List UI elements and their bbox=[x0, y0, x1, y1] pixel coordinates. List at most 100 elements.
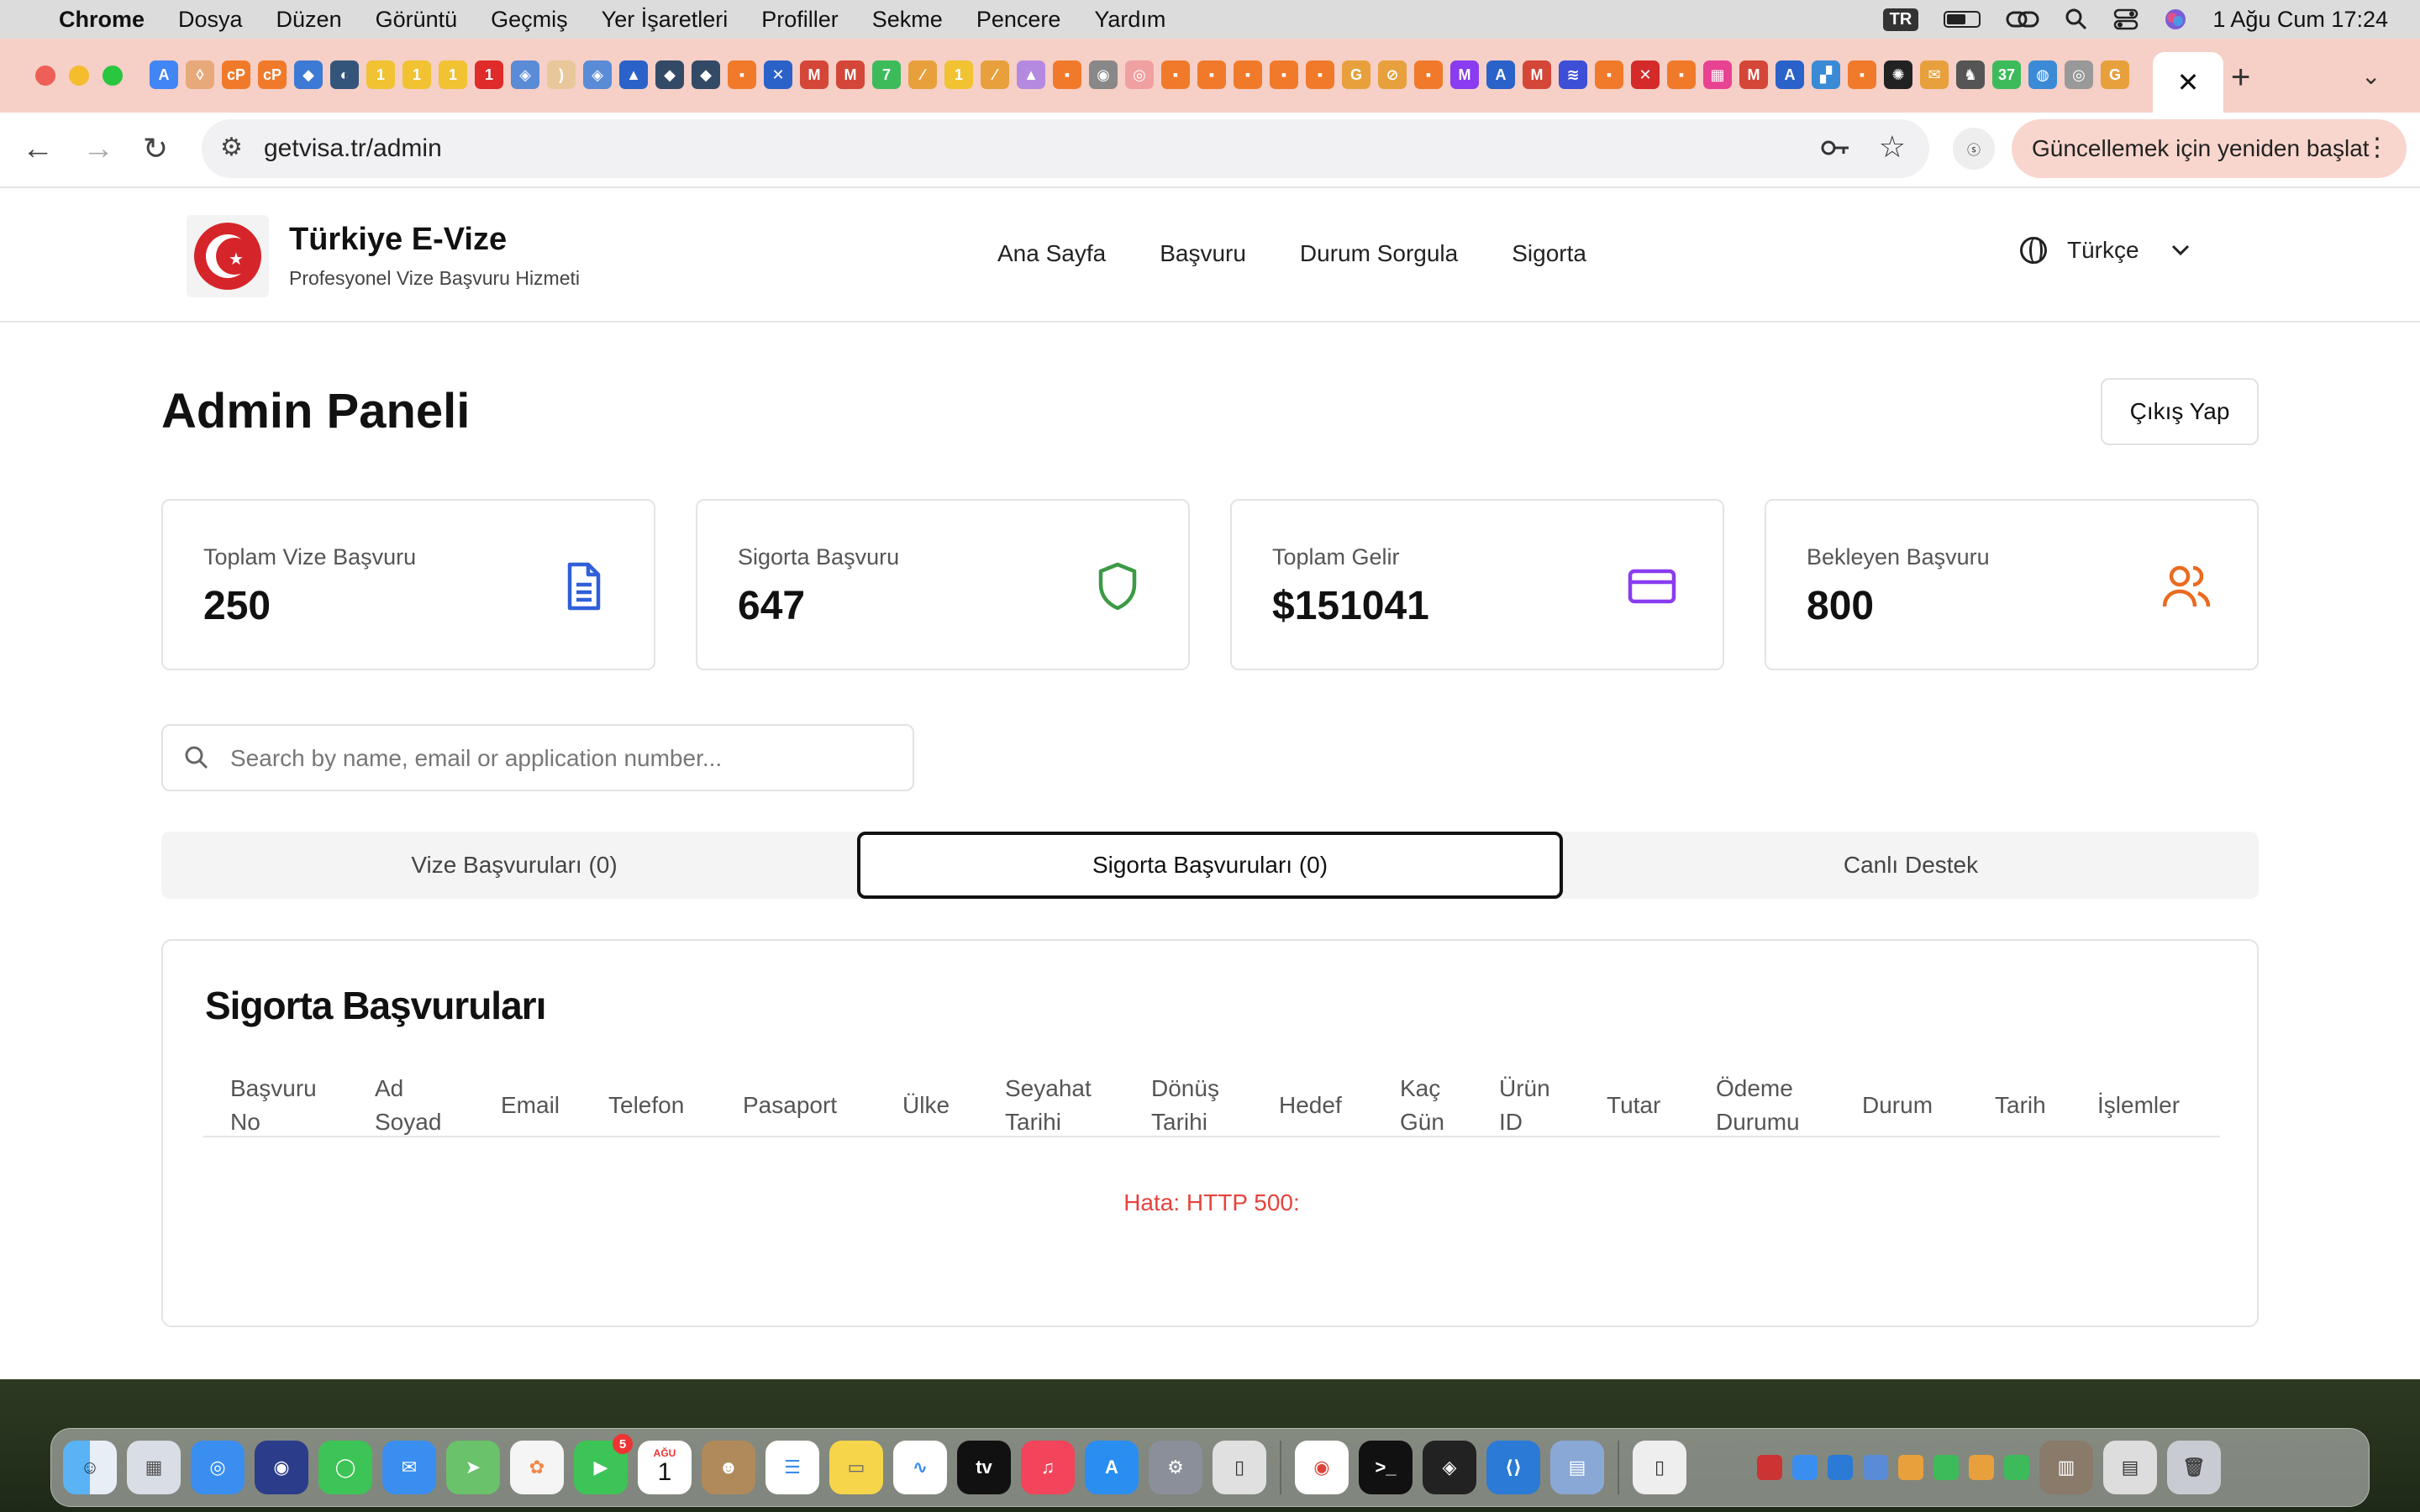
tab-favicon-icon[interactable]: ◈ bbox=[583, 60, 612, 89]
facetime-icon[interactable]: ▶ 5 bbox=[574, 1434, 633, 1494]
tab-favicon-icon[interactable]: ◈ bbox=[511, 60, 539, 89]
zoom-window-button[interactable] bbox=[103, 66, 123, 86]
tab-favicon-icon[interactable]: ⊘ bbox=[1378, 60, 1407, 89]
tab-favicon-icon[interactable]: A bbox=[150, 60, 178, 89]
reminders-icon[interactable]: ☰ bbox=[765, 1441, 819, 1494]
site-info-icon[interactable]: ⚙ bbox=[220, 133, 243, 162]
tab-favicon-icon[interactable]: cP bbox=[258, 60, 287, 89]
iphone-mirroring-icon[interactable]: ▯ bbox=[1213, 1441, 1266, 1494]
menu-dosya[interactable]: Dosya bbox=[178, 7, 243, 33]
tab-favicon-icon[interactable]: 1 bbox=[475, 60, 503, 89]
gmail-icon[interactable]: M bbox=[836, 60, 865, 89]
tab-favicon-icon[interactable]: ◆ bbox=[692, 60, 720, 89]
active-tab[interactable]: ✕ bbox=[2153, 52, 2223, 113]
tab-live-support[interactable]: Canlı Destek bbox=[1563, 832, 2259, 899]
tab-favicon-icon[interactable]: ✕ bbox=[1631, 60, 1660, 89]
google-icon[interactable]: G bbox=[1342, 60, 1370, 89]
freeform-icon[interactable]: ∿ bbox=[893, 1441, 947, 1494]
downloads-stack-icon[interactable]: ▥ bbox=[2039, 1441, 2093, 1494]
gmail-icon[interactable]: M bbox=[1739, 60, 1768, 89]
bookmark-star-icon[interactable]: ☆ bbox=[1879, 129, 1906, 165]
tab-favicon-icon[interactable]: ✕ bbox=[764, 60, 792, 89]
menu-yardim[interactable]: Yardım bbox=[1094, 7, 1165, 33]
menu-sekme[interactable]: Sekme bbox=[872, 7, 943, 33]
minimized-window-icon[interactable] bbox=[1792, 1455, 1818, 1480]
minimized-window-icon[interactable] bbox=[1933, 1455, 1959, 1480]
tab-favicon-icon[interactable]: cP bbox=[222, 60, 250, 89]
menu-pencere[interactable]: Pencere bbox=[976, 7, 1061, 33]
tab-favicon-icon[interactable]: ◆ bbox=[655, 60, 684, 89]
brand-title[interactable]: Türkiye E-Vize bbox=[289, 222, 507, 258]
siri-icon[interactable] bbox=[2164, 8, 2187, 31]
tab-favicon-icon[interactable]: ▲ bbox=[619, 60, 648, 89]
tab-favicon-icon[interactable]: ▪ bbox=[1848, 60, 1876, 89]
more-menu-icon[interactable]: ⋮ bbox=[2365, 133, 2390, 162]
vscode-icon[interactable]: ⟨⟩ bbox=[1486, 1441, 1540, 1494]
gmail-icon[interactable]: M bbox=[800, 60, 829, 89]
finder-icon[interactable]: ☺ bbox=[63, 1441, 117, 1494]
tab-favicon-icon[interactable]: ) bbox=[547, 60, 576, 89]
trash-icon[interactable]: 🗑 bbox=[2167, 1441, 2221, 1494]
back-arrow-icon[interactable]: ← bbox=[22, 131, 54, 167]
tab-favicon-icon[interactable]: ▪ bbox=[1414, 60, 1443, 89]
tab-favicon-icon[interactable]: ◆ bbox=[294, 60, 323, 89]
spotlight-search-icon[interactable] bbox=[2065, 8, 2088, 31]
close-tab-icon[interactable]: ✕ bbox=[2177, 66, 2200, 98]
tab-favicon-icon[interactable]: ▪ bbox=[1197, 60, 1226, 89]
tab-favicon-icon[interactable]: A bbox=[1776, 60, 1804, 89]
nav-ana-sayfa[interactable]: Ana Sayfa bbox=[997, 240, 1106, 267]
tab-visa-applications[interactable]: Vize Başvuruları (0) bbox=[161, 832, 867, 899]
maps-icon[interactable]: ➤ bbox=[446, 1441, 500, 1494]
tab-favicon-icon[interactable]: 1 bbox=[402, 60, 431, 89]
menubar-clock[interactable]: 1 Ağu Cum 17:24 bbox=[2212, 7, 2388, 33]
battery-icon[interactable] bbox=[1944, 11, 1981, 28]
forward-arrow-icon[interactable]: → bbox=[82, 131, 114, 167]
mail-icon[interactable]: ✉ bbox=[382, 1441, 436, 1494]
tab-favicon-icon[interactable]: ⁄ bbox=[981, 60, 1009, 89]
minimized-window-icon[interactable] bbox=[1757, 1455, 1782, 1480]
relaunch-update-button[interactable]: Güncellemek için yeniden başlat ⋮ bbox=[2012, 119, 2407, 178]
notes-icon[interactable]: ▭ bbox=[829, 1441, 883, 1494]
tab-favicon-icon[interactable]: ◎ bbox=[1125, 60, 1154, 89]
tab-favicon-icon[interactable]: ♞ bbox=[1956, 60, 1985, 89]
link-icon[interactable] bbox=[2006, 9, 2039, 29]
tab-favicon-icon[interactable]: ▪ bbox=[1270, 60, 1298, 89]
tab-favicon-icon[interactable]: ▪ bbox=[1306, 60, 1334, 89]
tab-favicon-icon[interactable]: ▪ bbox=[1161, 60, 1190, 89]
extension-icon[interactable]: ⓢ bbox=[1953, 128, 1995, 170]
reload-icon[interactable]: ↻ bbox=[143, 131, 168, 166]
password-key-icon[interactable] bbox=[1818, 131, 1852, 165]
menu-duzen[interactable]: Düzen bbox=[276, 7, 342, 33]
address-bar[interactable]: ⚙ getvisa.tr/admin ☆ bbox=[202, 119, 1929, 178]
menu-goruntu[interactable]: Görüntü bbox=[376, 7, 458, 33]
document-thumbnail-icon[interactable]: ▯ bbox=[1633, 1441, 1686, 1494]
openai-icon[interactable]: ✺ bbox=[1884, 60, 1912, 89]
system-settings-icon[interactable]: ⚙ bbox=[1149, 1441, 1202, 1494]
tab-favicon-icon[interactable]: 1 bbox=[944, 60, 973, 89]
tab-favicon-icon[interactable]: ◊ bbox=[186, 60, 214, 89]
tab-search-chevron-icon[interactable]: ⌄ bbox=[2361, 62, 2381, 90]
tab-favicon-icon[interactable]: ≋ bbox=[1559, 60, 1587, 89]
apple-tv-icon[interactable]: tv bbox=[957, 1441, 1011, 1494]
tab-favicon-icon[interactable]: 7 bbox=[872, 60, 901, 89]
control-center-icon[interactable] bbox=[2113, 8, 2139, 31]
tab-favicon-icon[interactable]: ▪ bbox=[1234, 60, 1262, 89]
menu-gecmis[interactable]: Geçmiş bbox=[491, 7, 568, 33]
tab-favicon-icon[interactable]: ▲ bbox=[1017, 60, 1045, 89]
tab-favicon-icon[interactable]: ▪ bbox=[1667, 60, 1696, 89]
documents-stack-icon[interactable]: ▤ bbox=[2103, 1441, 2157, 1494]
tab-favicon-icon[interactable]: ◍ bbox=[2028, 60, 2057, 89]
logout-button[interactable]: Çıkış Yap bbox=[2101, 378, 2259, 445]
minimize-window-button[interactable] bbox=[69, 66, 89, 86]
close-window-button[interactable] bbox=[35, 66, 55, 86]
tab-favicon-icon[interactable]: 37 bbox=[1992, 60, 2021, 89]
safari-icon[interactable]: ◎ bbox=[191, 1441, 245, 1494]
minimized-window-icon[interactable] bbox=[1898, 1455, 1923, 1480]
github-icon[interactable]: ◉ bbox=[1089, 60, 1118, 89]
preview-icon[interactable]: ▤ bbox=[1550, 1441, 1604, 1494]
chrome-icon[interactable]: ◉ bbox=[1295, 1441, 1349, 1494]
box-app-icon[interactable]: ◈ bbox=[1423, 1441, 1476, 1494]
language-selector[interactable]: Türkçe bbox=[2020, 237, 2190, 264]
tab-favicon-icon[interactable]: 1 bbox=[439, 60, 467, 89]
photos-icon[interactable]: ✿ bbox=[510, 1441, 564, 1494]
